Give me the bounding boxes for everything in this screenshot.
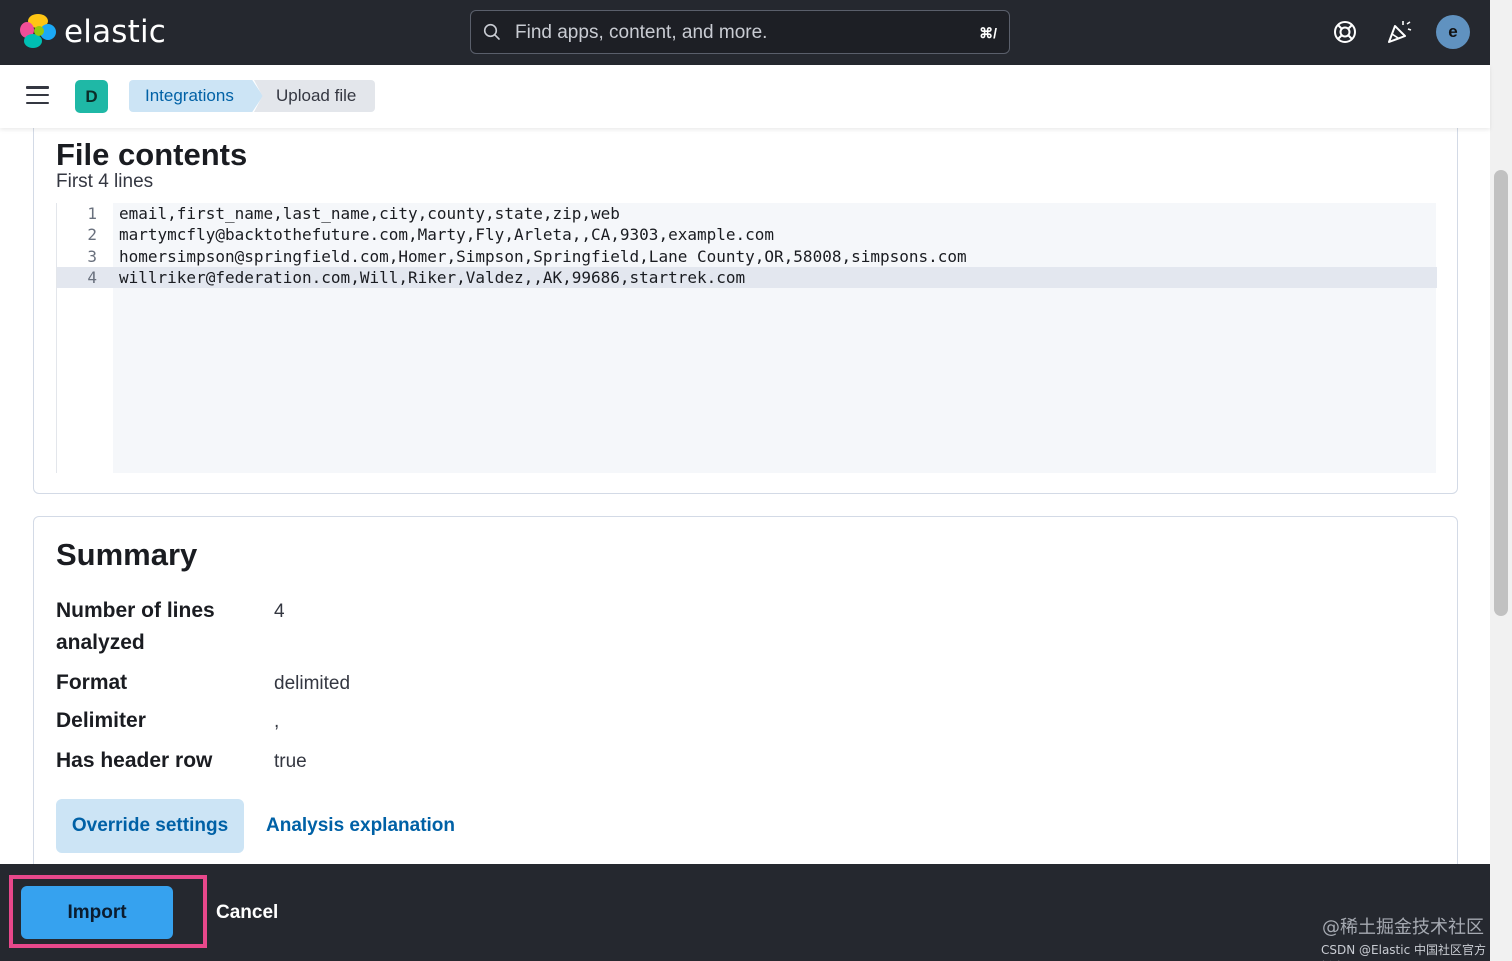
watermark: CSDN @Elastic 中国社区官方博客: [1321, 943, 1487, 961]
watermark: @稀土掘金技术社区: [1322, 917, 1484, 938]
summary-label: Delimiter: [56, 709, 146, 732]
help-icon[interactable]: [1329, 16, 1361, 48]
space-avatar[interactable]: D: [75, 80, 108, 113]
search-shortcut-hint: ⌘/: [979, 25, 997, 41]
global-search-input[interactable]: Find apps, content, and more. ⌘/: [470, 10, 1010, 54]
analysis-explanation-link[interactable]: Analysis explanation: [266, 815, 455, 837]
summary-value: true: [274, 751, 307, 772]
line-number: 1: [87, 204, 97, 223]
main-content: File contents First 4 lines 1 email,firs…: [0, 128, 1490, 864]
top-header: elastic Find apps, content, and more. ⌘/…: [0, 0, 1490, 65]
summary-value: 4: [274, 601, 285, 622]
breadcrumb-integrations[interactable]: Integrations: [129, 80, 263, 112]
summary-value: ,: [274, 711, 280, 732]
summary-panel: Summary Number of lines analyzed 4 Forma…: [33, 516, 1458, 864]
line-number: 4: [87, 268, 97, 287]
code-line: 1 email,first_name,last_name,city,county…: [57, 203, 1437, 224]
line-number: 2: [87, 225, 97, 244]
breadcrumb-bar: D Integrations Upload file: [0, 65, 1490, 128]
news-feed-icon[interactable]: [1383, 16, 1415, 48]
bottom-action-bar: Import Cancel @稀土掘金技术社区 CSDN @Elastic 中国…: [0, 864, 1490, 961]
line-text: email,first_name,last_name,city,county,s…: [119, 204, 620, 223]
search-icon: [483, 23, 500, 40]
file-preview-code[interactable]: 1 email,first_name,last_name,city,county…: [56, 203, 1437, 473]
file-contents-subtitle: First 4 lines: [56, 171, 154, 192]
menu-toggle-icon[interactable]: [26, 86, 50, 106]
line-text: martymcfly@backtothefuture.com,Marty,Fly…: [119, 225, 775, 244]
page-scrollbar-thumb[interactable]: [1494, 170, 1508, 616]
brand-name: elastic: [64, 14, 167, 50]
code-line: 2 martymcfly@backtothefuture.com,Marty,F…: [57, 224, 1437, 245]
elastic-logo-icon: [20, 14, 56, 50]
breadcrumb-upload-file: Upload file: [254, 80, 375, 112]
summary-title: Summary: [56, 537, 198, 572]
import-button[interactable]: Import: [21, 886, 173, 939]
code-line: 3 homersimpson@springfield.com,Homer,Sim…: [57, 246, 1437, 267]
search-placeholder: Find apps, content, and more.: [515, 22, 768, 43]
summary-value: delimited: [274, 673, 351, 694]
line-number: 3: [87, 247, 97, 266]
override-settings-button[interactable]: Override settings: [56, 799, 244, 853]
line-text: willriker@federation.com,Will,Riker,Vald…: [119, 268, 746, 287]
user-avatar[interactable]: e: [1436, 15, 1470, 49]
file-contents-panel: File contents First 4 lines 1 email,firs…: [33, 128, 1458, 494]
summary-label: Number of lines analyzed: [56, 599, 215, 654]
file-contents-title: File contents: [56, 137, 248, 172]
code-line-active: 4 willriker@federation.com,Will,Riker,Va…: [57, 267, 1437, 288]
elastic-logo[interactable]: elastic: [20, 14, 166, 50]
line-text: homersimpson@springfield.com,Homer,Simps…: [119, 247, 967, 266]
summary-label: Has header row: [56, 749, 213, 772]
cancel-button[interactable]: Cancel: [216, 902, 278, 924]
summary-label: Format: [56, 671, 128, 694]
